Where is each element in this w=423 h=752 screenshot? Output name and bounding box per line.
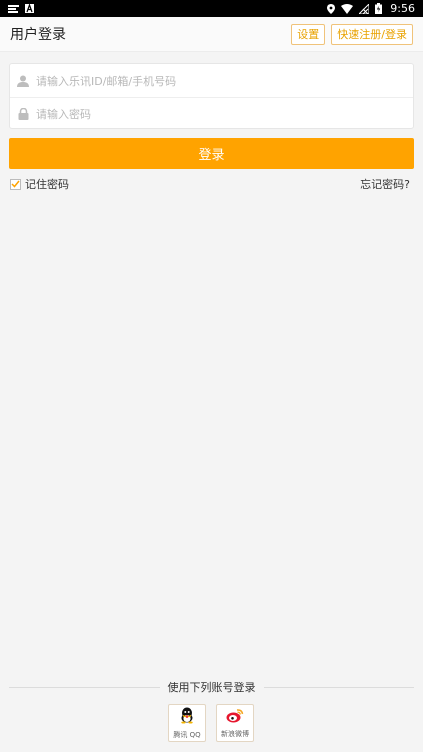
page-title: 用户登录: [10, 27, 66, 43]
notification-icon: [8, 4, 19, 13]
remember-password[interactable]: 记住密码: [10, 176, 69, 192]
remember-row: 记住密码 忘记密码?: [10, 176, 410, 192]
login-form: 请输入乐讯ID/邮箱/手机号码 请输入密码: [9, 63, 414, 129]
location-icon: [327, 3, 336, 14]
weibo-label: 新浪微博: [221, 729, 249, 738]
settings-button[interactable]: 设置: [291, 23, 326, 45]
user-icon: [16, 74, 30, 88]
qq-icon: [179, 707, 195, 728]
forgot-password-link[interactable]: 忘记密码?: [360, 176, 410, 192]
app-bar: 用户登录 设置 快速注册/登录: [0, 17, 423, 52]
text-icon: [25, 4, 34, 13]
remember-label: 记住密码: [25, 178, 69, 191]
account-field[interactable]: 请输入乐讯ID/邮箱/手机号码: [10, 64, 413, 97]
divider-line-right: [263, 686, 414, 688]
no-signal-icon: [359, 3, 370, 14]
quick-register-button[interactable]: 快速注册/登录: [331, 23, 413, 45]
status-bar: 9:56: [0, 0, 423, 17]
password-input[interactable]: 请输入密码: [36, 106, 91, 122]
password-field[interactable]: 请输入密码: [10, 97, 413, 130]
lock-icon: [16, 107, 30, 121]
qq-login-button[interactable]: 腾讯 QQ: [168, 704, 206, 742]
weibo-login-button[interactable]: 新浪微博: [216, 704, 254, 742]
wifi-icon: [341, 3, 354, 14]
third-party-title: 使用下列账号登录: [167, 681, 256, 694]
third-party-divider: 使用下列账号登录: [9, 680, 414, 694]
account-input[interactable]: 请输入乐讯ID/邮箱/手机号码: [36, 73, 176, 89]
remember-checkbox[interactable]: [10, 178, 21, 190]
login-button[interactable]: 登录: [9, 138, 414, 169]
battery-icon: [375, 3, 383, 14]
divider-line-left: [9, 686, 160, 688]
header-actions: 设置 快速注册/登录: [291, 23, 413, 45]
qq-label: 腾讯 QQ: [173, 730, 201, 739]
status-time: 9:56: [390, 2, 415, 15]
weibo-icon: [226, 708, 244, 727]
